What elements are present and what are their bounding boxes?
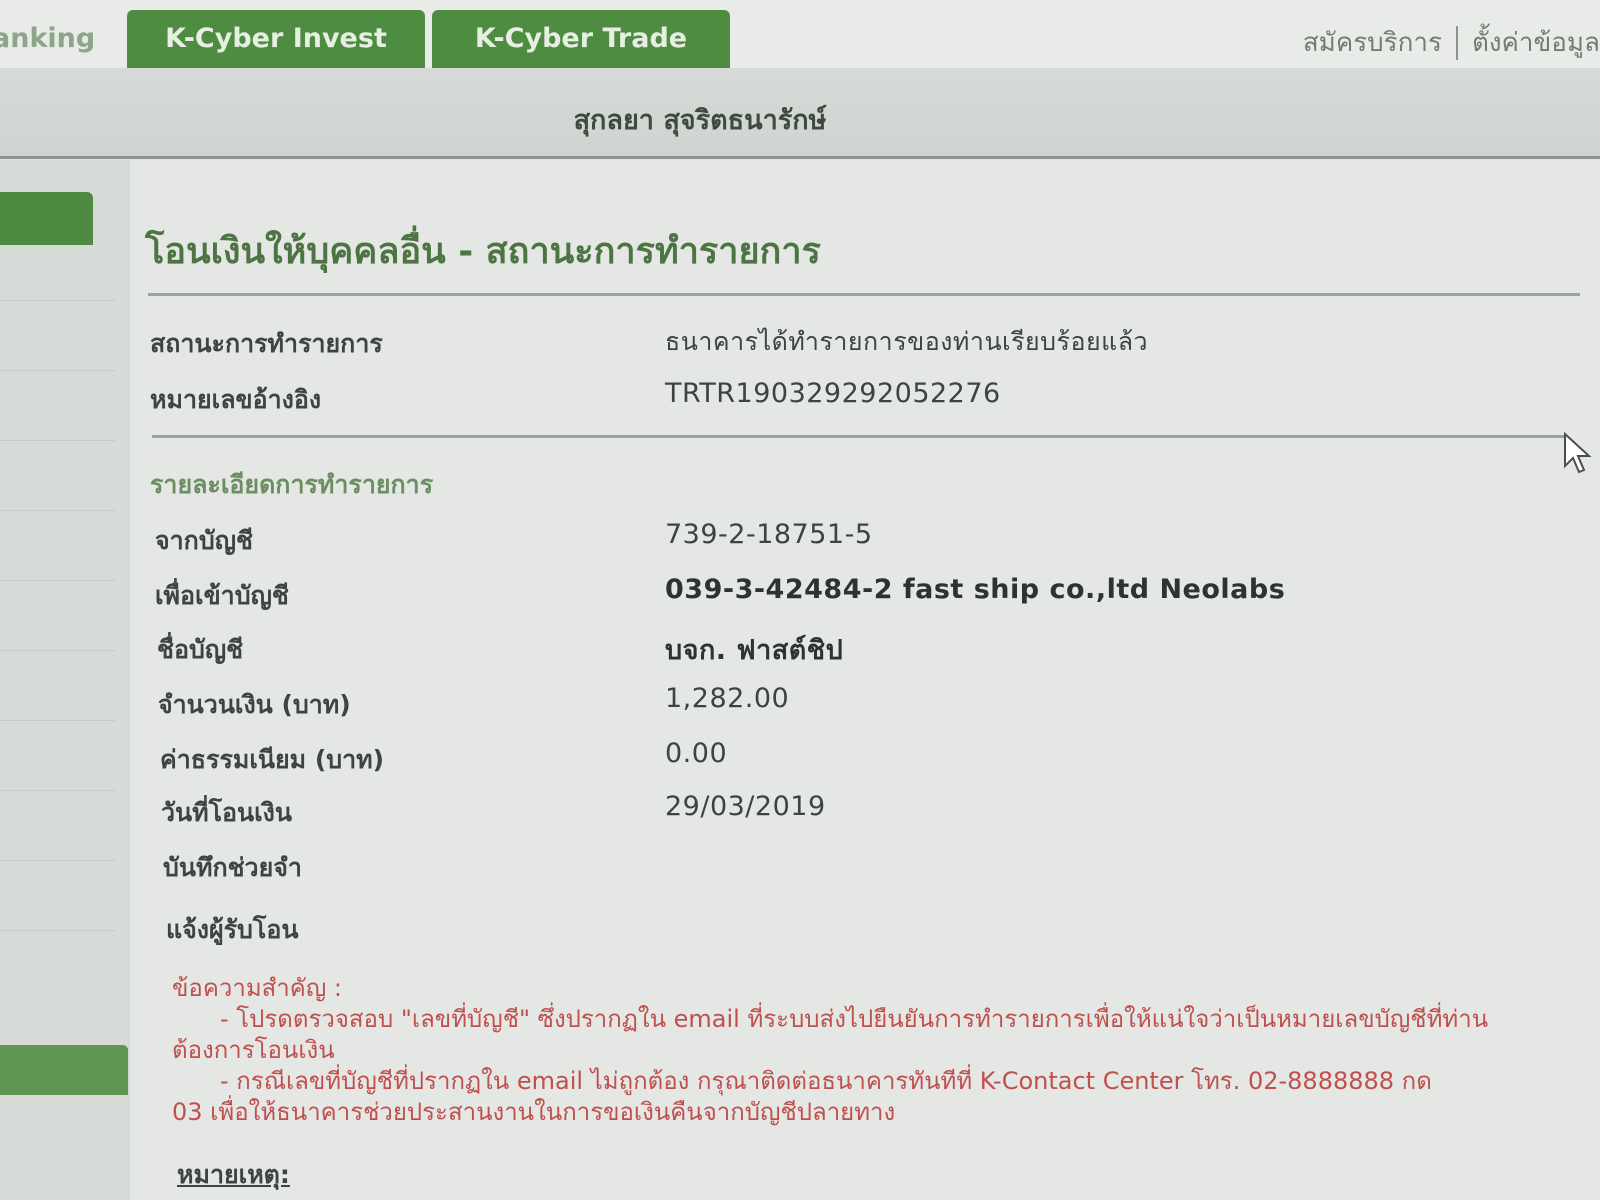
notice-line: 03 เพื่อให้ธนาคารช่วยประสานงานในการขอเงิ…	[172, 1098, 896, 1126]
account-name-label: ชื่อบัญชี	[157, 635, 244, 664]
title-divider	[148, 293, 1580, 296]
important-notice: ข้อความสำคัญ : - โปรดตรวจสอบ "เลขที่บัญช…	[172, 973, 1572, 1128]
account-name-value: บจก. ฟาสต์ชิป	[665, 635, 844, 666]
fee-value: 0.00	[665, 738, 728, 769]
status-value: ธนาคารได้ทำรายการของท่านเรียบร้อยแล้ว	[665, 327, 1149, 356]
left-sidebar	[0, 160, 130, 1200]
status-label: สถานะการทำรายการ	[150, 329, 383, 358]
sidebar-divider	[0, 930, 115, 931]
notice-line: - กรณีเลขที่บัญชีที่ปรากฏใน email ไม่ถูก…	[220, 1067, 1432, 1095]
sidebar-menu-item[interactable]	[0, 1045, 128, 1095]
amount-value: 1,282.00	[665, 683, 790, 714]
sidebar-divider	[0, 510, 115, 511]
mouse-pointer-icon	[1564, 432, 1592, 474]
sidebar-divider	[0, 440, 115, 441]
sidebar-divider	[0, 650, 115, 651]
to-account-value: 039-3-42484-2 fast ship co.,ltd Neolabs	[665, 574, 1286, 605]
tab-k-cyber-banking[interactable]: anking	[0, 18, 110, 60]
tab-k-cyber-invest[interactable]: K-Cyber Invest	[127, 10, 425, 68]
notify-recipient-label: แจ้งผู้รับโอน	[166, 915, 299, 944]
sidebar-divider	[0, 580, 115, 581]
sidebar-active-menu-item[interactable]	[0, 192, 93, 245]
memo-label: บันทึกช่วยจำ	[163, 853, 302, 882]
reference-number: TRTR190329292052276	[665, 378, 1001, 409]
top-links: สมัครบริการ ตั้งค่าข้อมูล	[1303, 22, 1600, 62]
transfer-date-value: 29/03/2019	[665, 791, 826, 822]
link-divider	[1455, 25, 1458, 60]
user-band: สุกลยา สุจริตธนารักษ์	[0, 68, 1600, 159]
notice-title: ข้อความสำคัญ :	[172, 974, 342, 1002]
register-service-link[interactable]: สมัครบริการ	[1303, 23, 1442, 63]
from-account-value: 739-2-18751-5	[665, 519, 873, 550]
reference-label: หมายเลขอ้างอิง	[150, 385, 322, 414]
fee-label: ค่าธรรมเนียม (บาท)	[160, 745, 385, 774]
transfer-date-label: วันที่โอนเงิน	[161, 798, 292, 827]
amount-label: จำนวนเงิน (บาท)	[158, 690, 351, 719]
sidebar-divider	[0, 370, 115, 371]
to-account-label: เพื่อเข้าบัญชี	[155, 581, 289, 610]
sidebar-divider	[0, 860, 115, 861]
settings-link[interactable]: ตั้งค่าข้อมูล	[1472, 23, 1600, 63]
notice-line: - โปรดตรวจสอบ "เลขที่บัญชี" ซึ่งปรากฏใน …	[220, 1005, 1489, 1033]
page-title: โอนเงินให้บุคคลอื่น - สถานะการทำรายการ	[145, 231, 821, 272]
top-navigation: anking K-Cyber Invest K-Cyber Trade สมัค…	[0, 0, 1600, 68]
details-heading: รายละเอียดการทำรายการ	[150, 470, 434, 499]
sidebar-divider	[0, 300, 115, 301]
notice-line: ต้องการโอนเงิน	[172, 1036, 335, 1064]
sidebar-divider	[0, 720, 115, 721]
tab-k-cyber-trade[interactable]: K-Cyber Trade	[432, 10, 730, 68]
remark-label: หมายเหตุ:	[177, 1160, 290, 1189]
user-name: สุกลยา สุจริตธนารักษ์	[573, 105, 827, 136]
from-account-label: จากบัญชี	[155, 526, 253, 555]
status-divider	[152, 435, 1567, 438]
sidebar-divider	[0, 790, 115, 791]
